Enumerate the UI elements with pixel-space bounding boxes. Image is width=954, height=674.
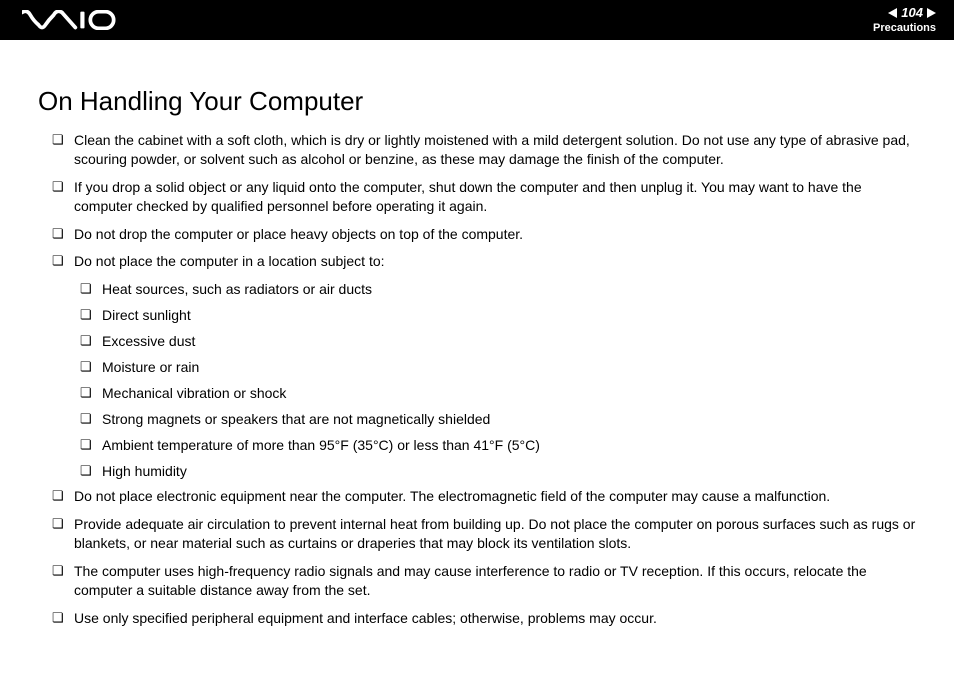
list-item: Strong magnets or speakers that are not … <box>80 410 916 429</box>
list-item: Ambient temperature of more than 95°F (3… <box>80 436 916 455</box>
sub-bullet-list: Heat sources, such as radiators or air d… <box>52 280 916 480</box>
next-page-arrow-icon[interactable] <box>927 8 936 18</box>
breadcrumb[interactable]: Precautions <box>873 22 936 35</box>
list-item: Heat sources, such as radiators or air d… <box>80 280 916 299</box>
bullet-list: Clean the cabinet with a soft cloth, whi… <box>38 131 916 628</box>
list-item: Do not drop the computer or place heavy … <box>52 225 916 244</box>
vaio-logo <box>22 10 122 30</box>
list-item: Do not place the computer in a location … <box>52 252 916 271</box>
page-header: 104 Precautions <box>0 0 954 40</box>
page-number: 104 <box>901 5 923 21</box>
list-item: Mechanical vibration or shock <box>80 384 916 403</box>
page-title: On Handling Your Computer <box>38 86 916 117</box>
list-item: Provide adequate air circulation to prev… <box>52 515 916 553</box>
list-item: High humidity <box>80 462 916 481</box>
list-item: Use only specified peripheral equipment … <box>52 609 916 628</box>
prev-page-arrow-icon[interactable] <box>888 8 897 18</box>
list-item: The computer uses high-frequency radio s… <box>52 562 916 600</box>
list-item: Direct sunlight <box>80 306 916 325</box>
header-nav: 104 Precautions <box>873 5 936 35</box>
list-item: Moisture or rain <box>80 358 916 377</box>
page-content: On Handling Your Computer Clean the cabi… <box>0 40 954 628</box>
list-item: Clean the cabinet with a soft cloth, whi… <box>52 131 916 169</box>
list-item: If you drop a solid object or any liquid… <box>52 178 916 216</box>
list-item: Excessive dust <box>80 332 916 351</box>
list-item: Do not place electronic equipment near t… <box>52 487 916 506</box>
